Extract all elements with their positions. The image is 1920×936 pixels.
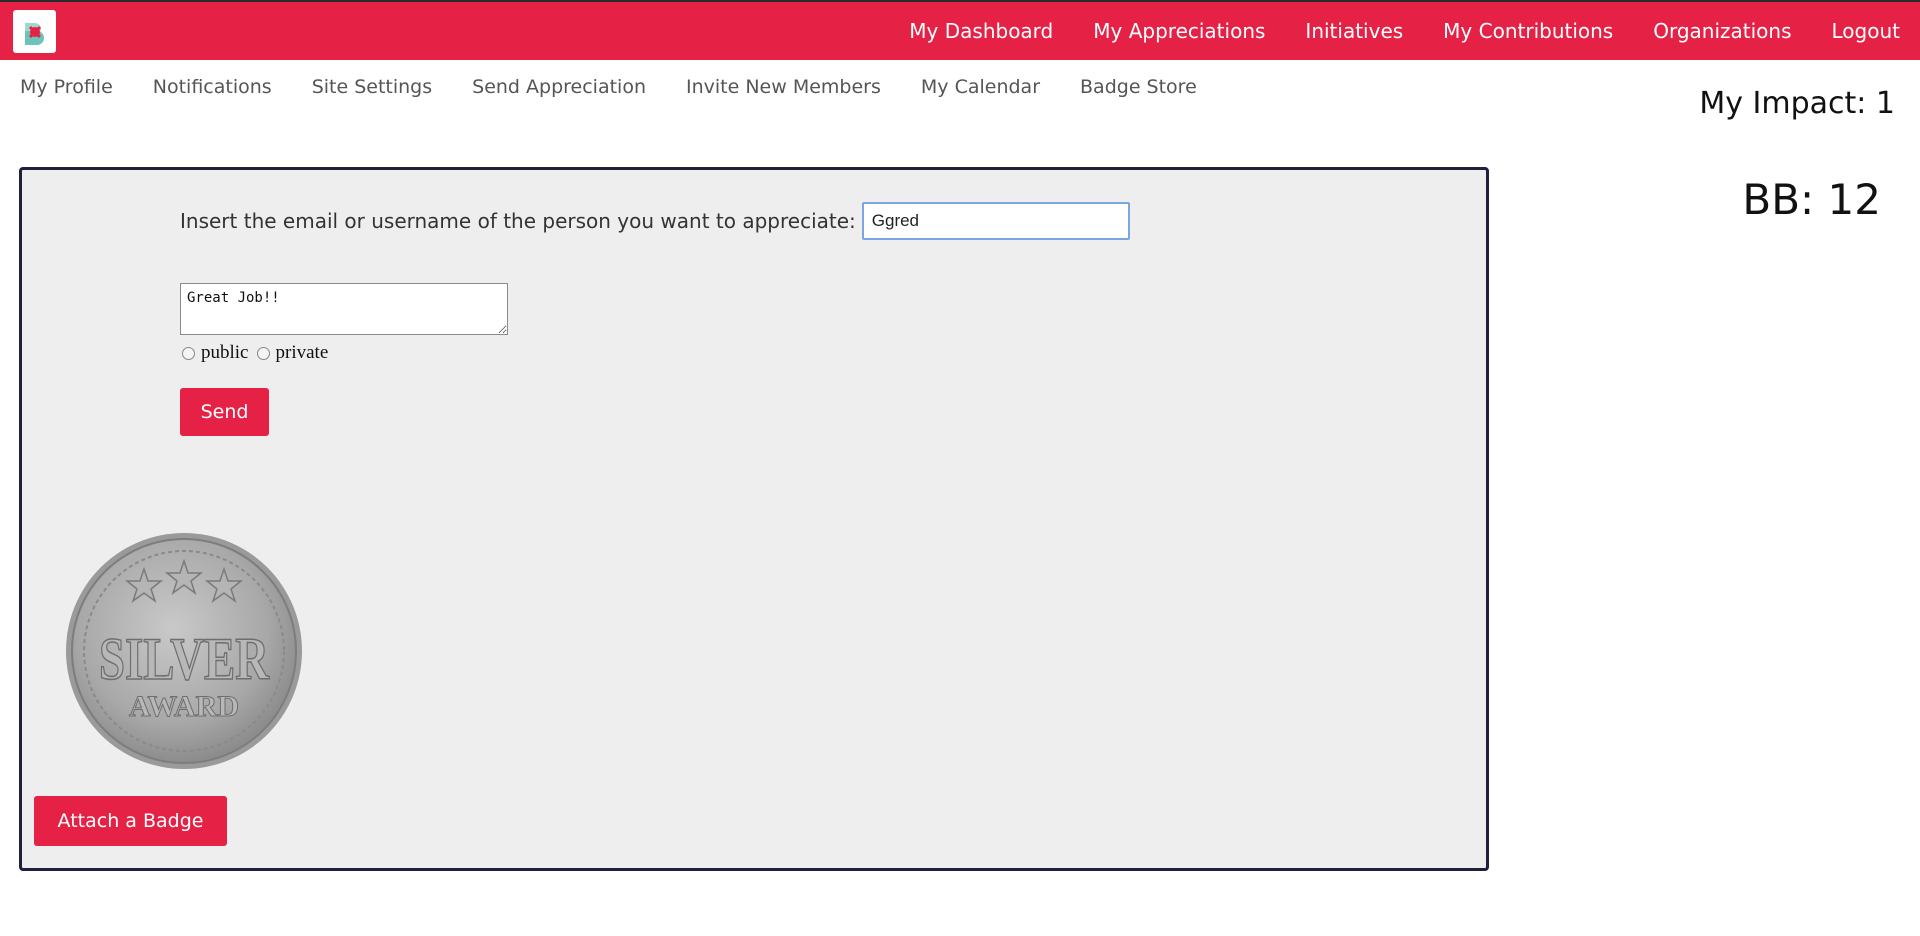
private-radio[interactable]: [256, 346, 270, 360]
nav-logout[interactable]: Logout: [1832, 19, 1900, 43]
bb-balance: BB: 12: [1742, 175, 1881, 224]
app-logo-icon[interactable]: [13, 10, 56, 53]
nav-my-dashboard[interactable]: My Dashboard: [909, 19, 1053, 43]
nav-initiatives[interactable]: Initiatives: [1305, 19, 1403, 43]
badge-top-text: SILVER: [99, 626, 270, 692]
top-nav-bar: My Dashboard My Appreciations Initiative…: [0, 0, 1920, 60]
send-button[interactable]: Send: [180, 388, 269, 436]
top-nav: My Dashboard My Appreciations Initiative…: [909, 2, 1920, 60]
visibility-options: public private: [182, 342, 336, 364]
subnav-invite-new-members[interactable]: Invite New Members: [686, 76, 881, 98]
message-textarea[interactable]: Great Job!!: [180, 283, 508, 335]
logo-graphic: [17, 14, 52, 49]
attach-badge-button[interactable]: Attach a Badge: [34, 796, 227, 846]
nav-my-contributions[interactable]: My Contributions: [1443, 19, 1613, 43]
visibility-public-option[interactable]: public: [182, 342, 249, 364]
private-label: private: [275, 342, 329, 363]
public-label: public: [201, 342, 249, 363]
visibility-private-option[interactable]: private: [256, 342, 329, 364]
nav-my-appreciations[interactable]: My Appreciations: [1093, 19, 1265, 43]
nav-organizations[interactable]: Organizations: [1653, 19, 1791, 43]
subnav-site-settings[interactable]: Site Settings: [312, 76, 432, 98]
subnav-my-profile[interactable]: My Profile: [20, 76, 113, 98]
subnav-send-appreciation[interactable]: Send Appreciation: [472, 76, 646, 98]
recipient-row: Insert the email or username of the pers…: [180, 202, 1130, 240]
silver-award-badge-icon: SILVER AWARD: [66, 533, 302, 769]
subnav-my-calendar[interactable]: My Calendar: [921, 76, 1040, 98]
recipient-input[interactable]: [861, 202, 1130, 240]
badge-bottom-text: AWARD: [129, 690, 239, 723]
sub-nav: My Profile Notifications Site Settings S…: [20, 76, 1237, 98]
recipient-label: Insert the email or username of the pers…: [180, 209, 856, 233]
subnav-badge-store[interactable]: Badge Store: [1080, 76, 1197, 98]
impact-score: My Impact: 1: [1699, 86, 1895, 121]
send-appreciation-panel: Insert the email or username of the pers…: [19, 167, 1489, 871]
public-radio[interactable]: [182, 346, 195, 360]
subnav-notifications[interactable]: Notifications: [153, 76, 272, 98]
